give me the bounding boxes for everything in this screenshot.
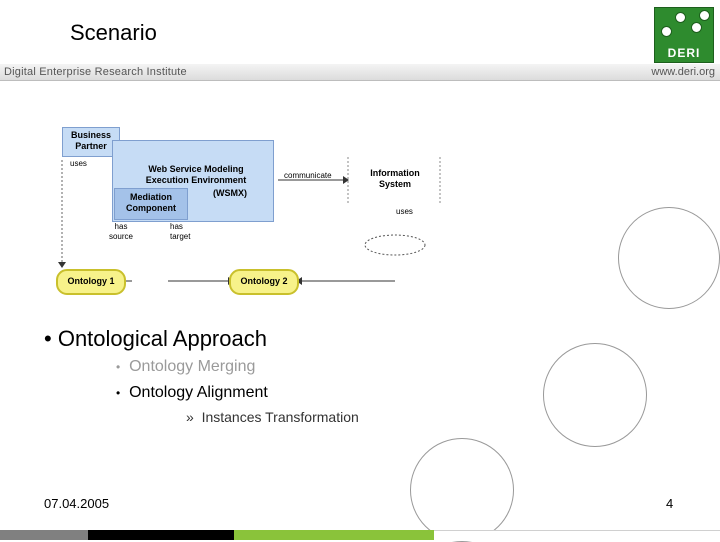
- has-target-label: has target: [170, 222, 191, 241]
- decorative-circle: [618, 207, 720, 309]
- uses-label-1: uses: [70, 159, 87, 168]
- ontology-2-label: Ontology 2: [240, 276, 288, 286]
- ontology-1-label: Ontology 1: [67, 276, 115, 286]
- mediation-label: Mediation Component: [126, 192, 176, 213]
- bottom-bar-segment: [234, 530, 434, 540]
- bullet-level3-text: Instances Transformation: [201, 409, 359, 425]
- bullet-level2-item: • Ontology Alignment: [116, 384, 268, 401]
- bullet-level2-text: Ontology Merging: [129, 358, 256, 375]
- bullet-level2-text: Ontology Alignment: [129, 384, 268, 401]
- bottom-bar-segment: [88, 530, 234, 540]
- wsmx-abbr: (WSMX): [213, 188, 247, 198]
- information-system-label: Information System: [370, 168, 420, 189]
- bullet-level2-item: • Ontology Merging: [116, 358, 256, 375]
- bullet-level1: • Ontological Approach: [44, 326, 267, 351]
- has-source-label: has source: [108, 222, 133, 241]
- decorative-circle: [410, 438, 514, 542]
- wsmx-title: Web Service Modeling Execution Environme…: [145, 164, 247, 185]
- mediation-box: Mediation Component: [114, 188, 188, 220]
- bullet-level1-text: Ontological Approach: [57, 326, 267, 351]
- bullet-level3: » Instances Transformation: [186, 409, 359, 425]
- footer-date: 07.04.2005: [44, 496, 110, 511]
- bottom-bar-segment: [0, 530, 88, 540]
- ontology-2-node: Ontology 2: [229, 269, 299, 295]
- bottom-bar-segment: [434, 530, 720, 541]
- uses-label-2: uses: [396, 207, 413, 216]
- page-number: 4: [666, 496, 674, 511]
- business-partner-label: Business Partner: [70, 130, 112, 151]
- communicate-label: communicate: [284, 171, 332, 180]
- ontology-1-node: Ontology 1: [56, 269, 126, 295]
- decorative-circle: [543, 343, 647, 447]
